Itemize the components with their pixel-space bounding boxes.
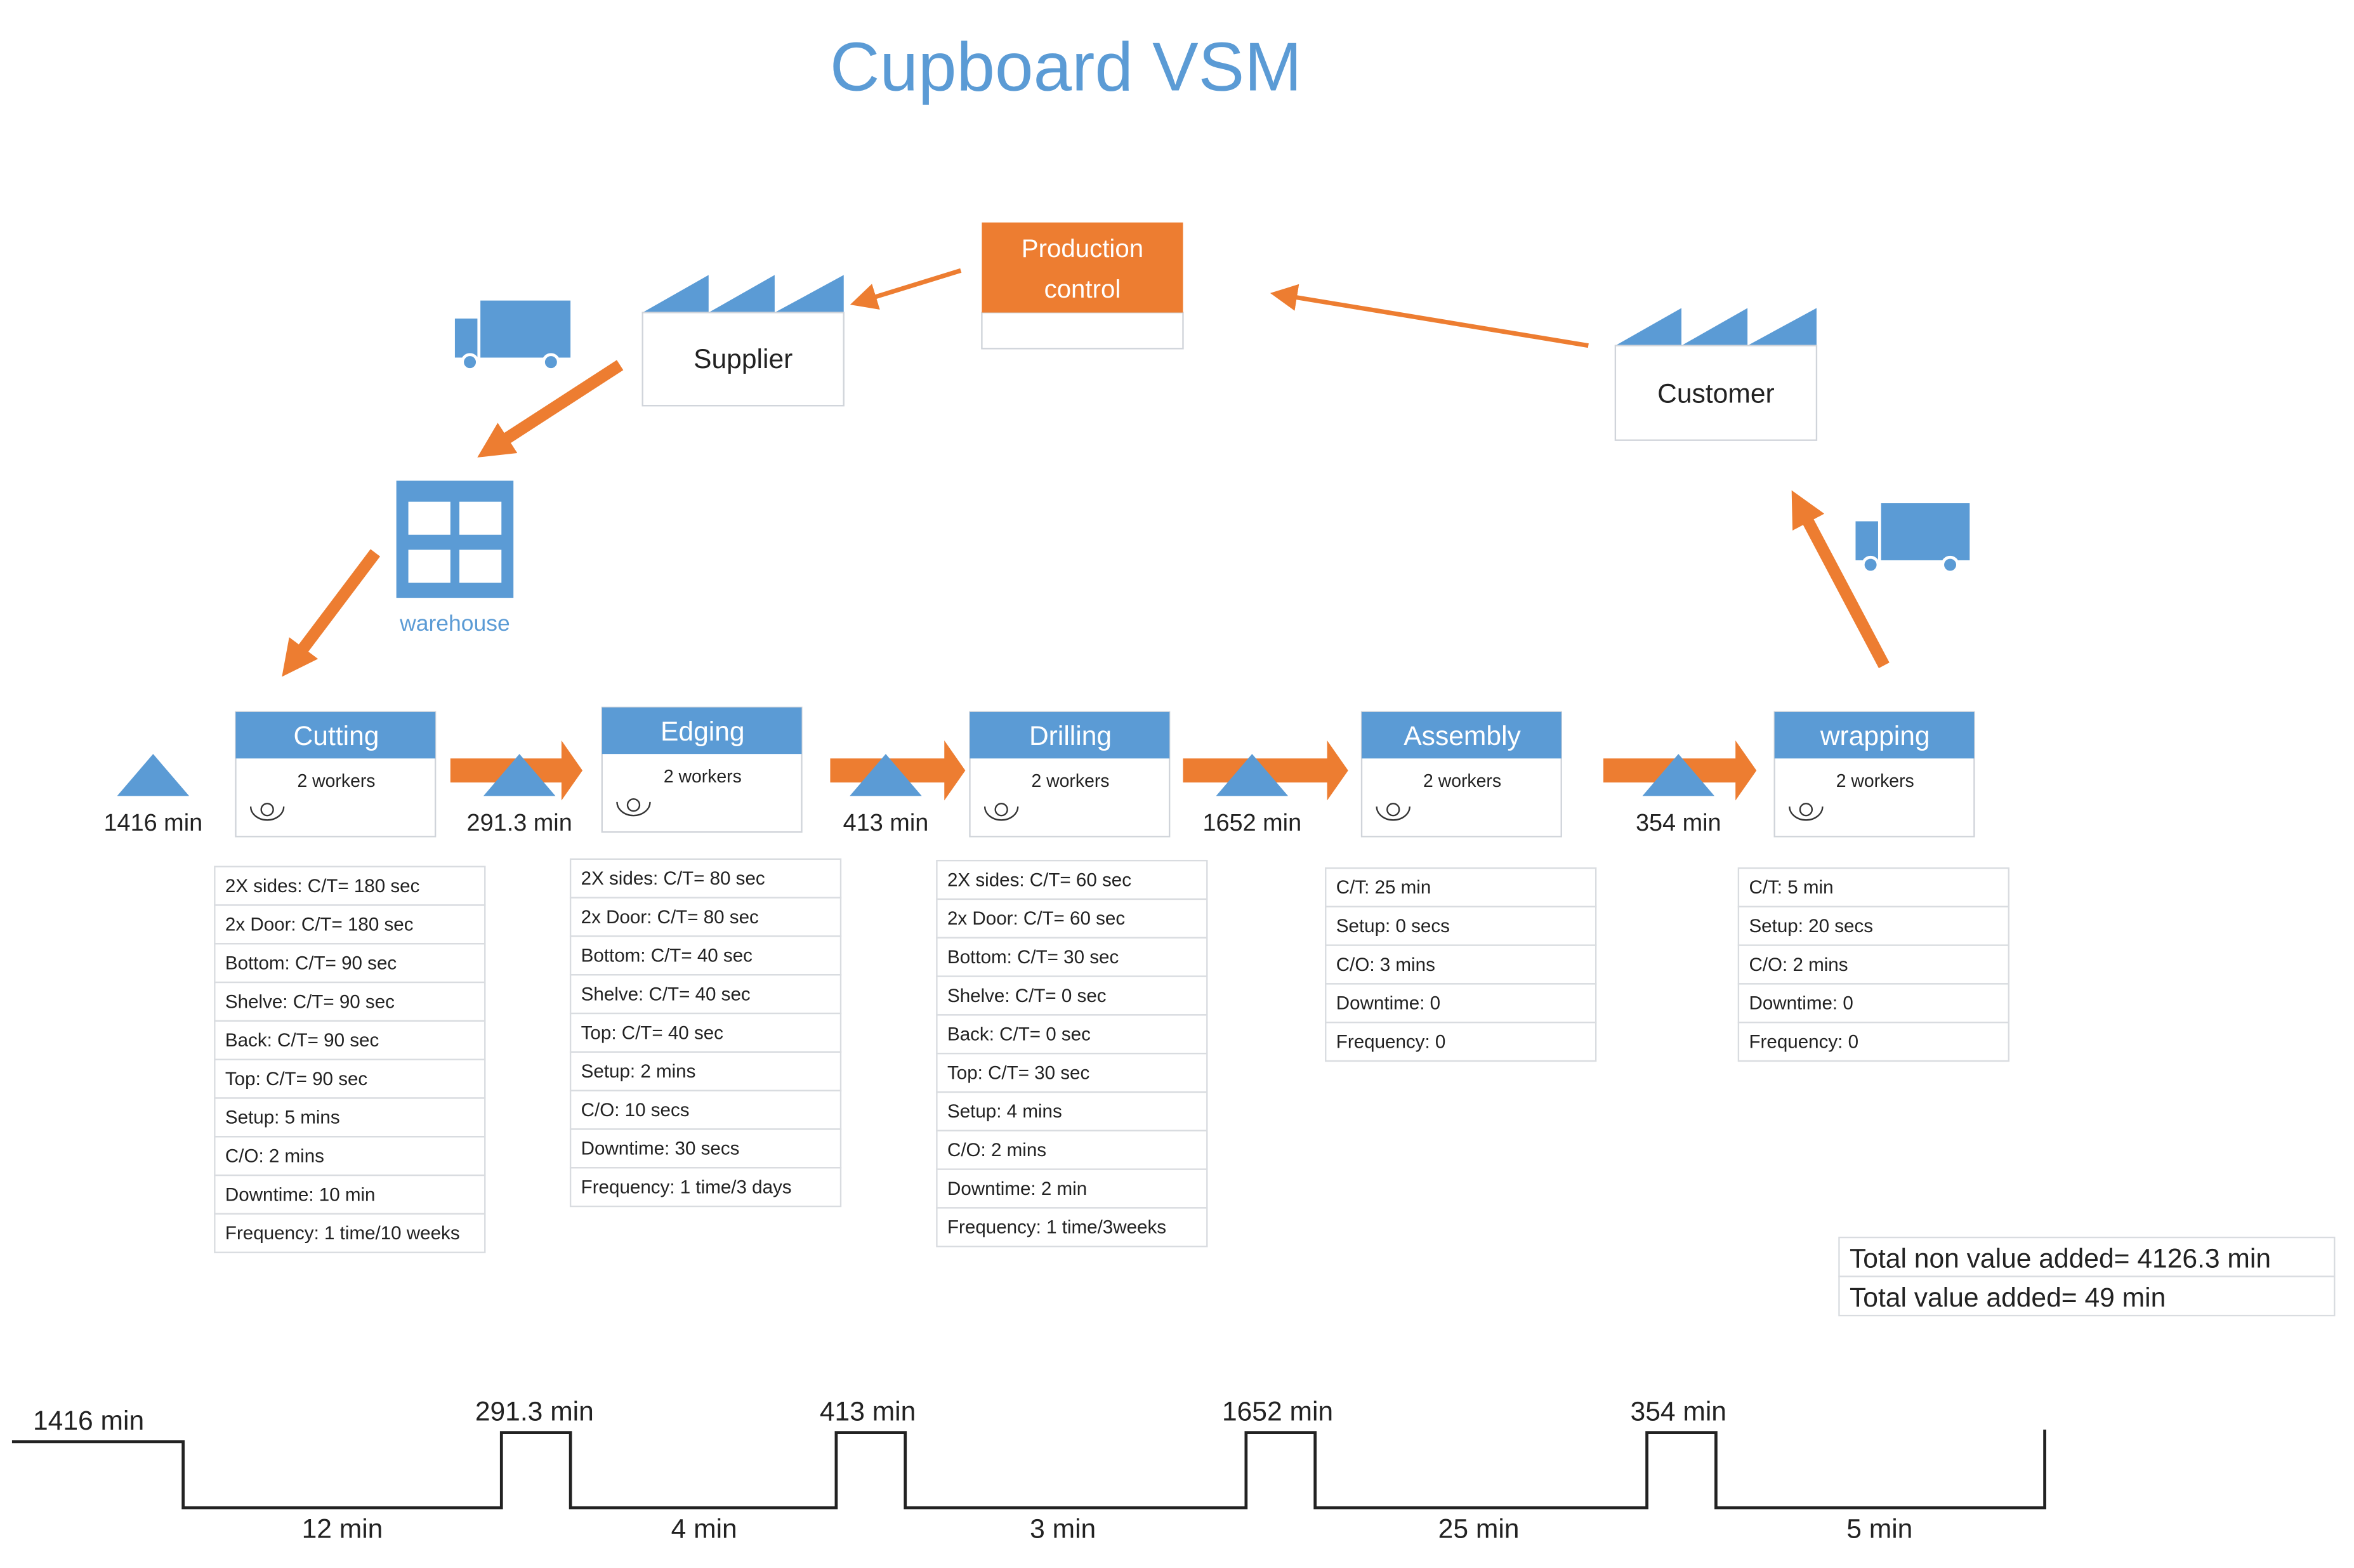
timeline-process-time: 3 min [1030,1513,1096,1544]
data-table-cell: Downtime: 0 [1336,993,1440,1014]
production-control-label-1: Production [1022,234,1143,263]
data-table-cell: Frequency: 0 [1336,1031,1446,1052]
truck-icon [1855,503,1970,574]
data-table-cell: 2X sides: C/T= 60 sec [947,869,1131,890]
vsm-diagram: Cupboard VSM Production control Supplier… [11,28,2336,1544]
customer-factory: Customer [1614,308,1818,441]
production-control: Production control [981,222,1184,350]
supplier-factory: Supplier [641,275,845,407]
process-data-table: 2X sides: C/T= 180 sec 2x Door: C/T= 180 … [214,866,486,1253]
data-table-cell: Setup: 0 secs [1336,916,1450,937]
data-table-cell: Frequency: 0 [1749,1031,1858,1052]
timeline-wait-time: 1416 min [33,1406,144,1436]
process-data-table: 2X sides: C/T= 60 sec 2x Door: C/T= 60 se… [936,859,1208,1248]
data-table-cell: 2x Door: C/T= 60 sec [947,908,1125,929]
timeline-line [11,1429,2046,1510]
timeline-wait-time: 413 min [820,1397,916,1427]
data-table-cell: Bottom: C/T= 90 sec [225,952,397,973]
data-table-cell: Bottom: C/T= 40 sec [581,945,753,966]
timeline-wait-time: 1652 min [1222,1397,1333,1427]
shipment-arrow [477,360,624,458]
info-arrow [850,268,962,310]
info-arrow [1270,284,1589,348]
process-data-table: C/T: 5 min Setup: 20 secs C/O: 2 mins Downt… [1737,867,2009,1062]
shipment-arrow [282,549,381,677]
data-table-cell: Bottom: C/T= 30 sec [947,947,1119,968]
data-table-cell: Downtime: 30 secs [581,1138,740,1159]
inventory-time: 1652 min [1202,810,1301,836]
process-name: Edging [661,716,745,747]
process-box-cutting: Cutting 2 workers [235,711,437,838]
data-table-cell: Shelve: C/T= 40 sec [581,984,751,1005]
total-non-value-added: Total non value added= 4126.3 min [1850,1243,2271,1274]
data-table-cell: 2x Door: C/T= 180 sec [225,914,414,935]
data-table-cell: C/O: 2 mins [947,1140,1046,1161]
process-workers: 2 workers [1836,771,1914,791]
data-table-cell: 2x Door: C/T= 80 sec [581,907,759,928]
data-table-cell: Top: C/T= 30 sec [947,1062,1089,1083]
data-table-cell: C/T: 5 min [1749,877,1833,898]
data-table-cell: Downtime: 10 min [225,1184,376,1205]
process-workers: 2 workers [664,767,742,787]
data-table-cell: Shelve: C/T= 0 sec [947,985,1107,1006]
data-table-cell: Frequency: 1 time/3 days [581,1176,792,1197]
factory-icon [1615,308,1817,346]
page-title: Cupboard VSM [830,28,1302,105]
process-data-table: C/T: 25 min Setup: 0 secs C/O: 3 mins Downt… [1325,867,1597,1062]
process-box-assembly: Assembly 2 workers [1360,711,1562,838]
timeline-wait-time: 354 min [1631,1397,1726,1427]
inventory-time: 413 min [843,810,929,836]
timeline-process-time: 5 min [1846,1513,1912,1544]
process-name: Cutting [294,721,379,751]
timeline-wait-time: 291.3 min [475,1397,594,1427]
process-name: Assembly [1404,721,1521,751]
timeline-process-time: 4 min [671,1513,737,1544]
inventory-time: 354 min [1636,810,1721,836]
process-workers: 2 workers [1032,771,1110,791]
data-table-cell: C/O: 2 mins [1749,954,1848,975]
data-table-cell: Setup: 2 mins [581,1061,696,1082]
data-table-cell: C/T: 25 min [1336,877,1431,898]
totals-box: Total non value added= 4126.3 min Total … [1838,1236,2336,1317]
data-table-cell: Top: C/T= 90 sec [225,1069,367,1090]
warehouse-label: warehouse [399,610,510,636]
total-value-added: Total value added= 49 min [1850,1282,2166,1313]
data-table-cell: C/O: 10 secs [581,1100,690,1121]
data-table-cell: Back: C/T= 90 sec [225,1030,379,1051]
process-box-edging: Edging 2 workers [601,706,803,833]
timeline-process-time: 12 min [302,1513,383,1544]
data-table-cell: Downtime: 0 [1749,993,1853,1014]
data-table-cell: 2X sides: C/T= 80 sec [581,868,765,889]
data-table-cell: Shelve: C/T= 90 sec [225,991,395,1012]
data-table-cell: Downtime: 2 min [947,1178,1087,1199]
data-table-cell: Setup: 5 mins [225,1107,340,1128]
warehouse: warehouse [396,480,514,636]
data-table-cell: Top: C/T= 40 sec [581,1022,723,1043]
supplier-label: Supplier [694,344,792,374]
process-name: Drilling [1029,721,1112,751]
process-workers: 2 workers [1423,771,1501,791]
process-data-table: 2X sides: C/T= 80 sec 2x Door: C/T= 80 se… [569,858,842,1208]
process-workers: 2 workers [298,771,376,791]
process-box-drilling: Drilling 2 workers [969,711,1171,838]
data-table-cell: Setup: 4 mins [947,1101,1062,1122]
data-table-cell: Frequency: 1 time/10 weeks [225,1223,460,1244]
data-table-cell: 2X sides: C/T= 180 sec [225,876,419,897]
data-table-cell: C/O: 2 mins [225,1146,324,1167]
timeline-process-time: 25 min [1438,1513,1520,1544]
customer-label: Customer [1657,379,1775,409]
production-control-label-2: control [1044,275,1121,303]
data-table-cell: Frequency: 1 time/3weeks [947,1217,1166,1238]
inventory-time: 291.3 min [467,810,572,836]
data-table-cell: C/O: 3 mins [1336,954,1435,975]
truck-icon [454,300,571,371]
process-box-wrapping: wrapping 2 workers [1773,711,1975,838]
data-table-cell: Setup: 20 secs [1749,916,1873,937]
inventory-triangle-icon [117,754,190,796]
factory-icon [642,275,844,313]
data-table-cell: Back: C/T= 0 sec [947,1024,1091,1045]
inventory-time: 1416 min [103,810,202,836]
process-name: wrapping [1820,721,1930,751]
